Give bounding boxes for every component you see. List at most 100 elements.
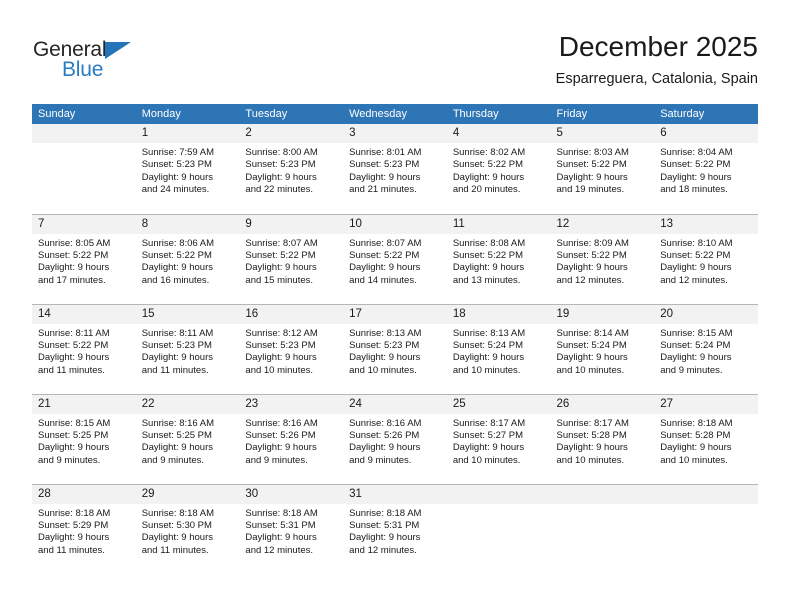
calendar-day-cell[interactable]: 8 Sunrise: 8:06 AM Sunset: 5:22 PM Daylight… (135, 213, 240, 304)
calendar-day-cell[interactable]: 5 Sunrise: 8:03 AM Sunset: 5:22 PM Daylight… (550, 124, 655, 214)
calendar-day-cell-empty (550, 483, 655, 574)
day-number (550, 484, 655, 504)
day-number: 4 (446, 124, 551, 143)
day-sunset-text: Sunset: 5:25 PM (38, 429, 109, 441)
calendar-day-cell[interactable]: 27 Sunrise: 8:18 AM Sunset: 5:28 PM Dayligh… (654, 393, 758, 484)
calendar-day-cell[interactable]: 15 Sunrise: 8:11 AM Sunset: 5:23 PM Dayligh… (135, 303, 240, 394)
day-number: 24 (343, 394, 447, 414)
calendar-day-cell[interactable]: 17 Sunrise: 8:13 AM Sunset: 5:23 PM Dayligh… (343, 303, 447, 394)
weekday-header-tuesday: Tuesday (239, 104, 344, 124)
day-daylight-text: Daylight: 9 hours (452, 262, 525, 274)
day-daylight-text: Daylight: 9 hours (556, 442, 628, 454)
day-daylight-text: Daylight: 9 hours (349, 262, 421, 274)
day-daylight-text: Daylight: 9 hours (452, 171, 525, 183)
calendar-day-cell[interactable]: 23 Sunrise: 8:16 AM Sunset: 5:26 PM Dayligh… (239, 393, 344, 484)
day-details: Sunrise: 8:18 AM Sunset: 5:28 PM Daylight:… (654, 414, 758, 468)
calendar-day-cell[interactable]: 6 Sunrise: 8:04 AM Sunset: 5:22 PM Daylight… (654, 124, 758, 214)
day-daylight-text: Daylight: 9 hours (452, 352, 525, 364)
day-daylight-text: Daylight: 9 hours (38, 262, 110, 274)
calendar-week-row: 14 Sunrise: 8:11 AM Sunset: 5:22 PM Dayligh… (32, 303, 758, 394)
calendar-day-cell[interactable]: 7 Sunrise: 8:05 AM Sunset: 5:22 PM Daylight… (32, 213, 136, 304)
general-blue-logo[interactable]: General Blue (33, 38, 163, 84)
day-daylight-text: Daylight: 9 hours (349, 532, 421, 544)
calendar-day-cell[interactable]: 4 Sunrise: 8:02 AM Sunset: 5:22 PM Daylight… (446, 124, 551, 214)
day-details: Sunrise: 7:59 AM Sunset: 5:23 PM Daylight:… (136, 143, 240, 197)
day-sunset-text: Sunset: 5:25 PM (141, 429, 212, 441)
calendar-day-cell[interactable]: 20 Sunrise: 8:15 AM Sunset: 5:24 PM Dayligh… (654, 303, 758, 394)
calendar-day-cell[interactable]: 1 Sunrise: 7:59 AM Sunset: 5:23 PM Daylight… (135, 124, 240, 214)
calendar-day-cell[interactable]: 29 Sunrise: 8:18 AM Sunset: 5:30 PM Dayligh… (135, 483, 240, 574)
calendar-day-cell[interactable]: 24 Sunrise: 8:16 AM Sunset: 5:26 PM Dayligh… (343, 393, 447, 484)
calendar-day-cell[interactable]: 21 Sunrise: 8:15 AM Sunset: 5:25 PM Dayligh… (32, 393, 136, 484)
calendar-day-cell[interactable]: 18 Sunrise: 8:13 AM Sunset: 5:24 PM Dayligh… (446, 303, 551, 394)
day-details: Sunrise: 8:10 AM Sunset: 5:22 PM Daylight:… (654, 234, 758, 288)
day-daylight-text: and 9 minutes. (660, 364, 723, 376)
day-number (654, 484, 758, 504)
day-number: 27 (654, 394, 758, 414)
day-details: Sunrise: 8:02 AM Sunset: 5:22 PM Daylight:… (447, 143, 551, 197)
day-sunrise-text: Sunrise: 8:14 AM (556, 327, 629, 339)
calendar-day-cell[interactable]: 19 Sunrise: 8:14 AM Sunset: 5:24 PM Dayligh… (550, 303, 655, 394)
day-sunset-text: Sunset: 5:23 PM (245, 339, 316, 351)
calendar-day-cell[interactable]: 3 Sunrise: 8:01 AM Sunset: 5:23 PM Daylight… (343, 124, 447, 214)
day-number: 7 (32, 214, 136, 234)
day-daylight-text: Daylight: 9 hours (452, 442, 525, 454)
day-sunset-text: Sunset: 5:23 PM (349, 159, 420, 171)
calendar-day-cell[interactable]: 11 Sunrise: 8:08 AM Sunset: 5:22 PM Dayligh… (446, 213, 551, 304)
day-details: Sunrise: 8:14 AM Sunset: 5:24 PM Daylight:… (551, 324, 655, 378)
day-number (32, 124, 136, 143)
day-sunrise-text: Sunrise: 8:13 AM (452, 327, 526, 339)
calendar-day-cell[interactable]: 25 Sunrise: 8:17 AM Sunset: 5:27 PM Dayligh… (446, 393, 551, 484)
day-daylight-text: Daylight: 9 hours (245, 171, 317, 183)
day-daylight-text: Daylight: 9 hours (660, 171, 732, 183)
day-sunrise-text: Sunrise: 8:17 AM (452, 417, 526, 429)
day-sunset-text: Sunset: 5:22 PM (556, 159, 627, 171)
day-sunrise-text: Sunrise: 8:11 AM (38, 327, 110, 339)
day-daylight-text: Daylight: 9 hours (245, 262, 317, 274)
day-sunset-text: Sunset: 5:24 PM (556, 339, 627, 351)
day-sunset-text: Sunset: 5:22 PM (660, 159, 731, 171)
day-daylight-text: and 11 minutes. (141, 544, 209, 556)
day-sunrise-text: Sunrise: 8:10 AM (660, 237, 733, 249)
day-sunset-text: Sunset: 5:23 PM (141, 159, 212, 171)
calendar-day-cell[interactable]: 16 Sunrise: 8:12 AM Sunset: 5:23 PM Dayligh… (239, 303, 344, 394)
day-number (446, 484, 551, 504)
day-number: 25 (446, 394, 551, 414)
calendar-day-cell[interactable]: 28 Sunrise: 8:18 AM Sunset: 5:29 PM Dayligh… (32, 483, 136, 574)
day-details: Sunrise: 8:04 AM Sunset: 5:22 PM Daylight:… (654, 143, 758, 197)
day-daylight-text: and 22 minutes. (245, 184, 314, 196)
day-daylight-text: and 18 minutes. (660, 184, 728, 196)
day-sunrise-text: Sunrise: 8:01 AM (349, 147, 422, 158)
day-details: Sunrise: 8:17 AM Sunset: 5:28 PM Daylight:… (551, 414, 655, 468)
day-number: 23 (239, 394, 344, 414)
day-sunset-text: Sunset: 5:24 PM (660, 339, 731, 351)
calendar-day-cell[interactable]: 13 Sunrise: 8:10 AM Sunset: 5:22 PM Dayligh… (654, 213, 758, 304)
day-sunset-text: Sunset: 5:30 PM (141, 519, 212, 531)
day-number: 26 (550, 394, 655, 414)
day-sunset-text: Sunset: 5:31 PM (349, 519, 420, 531)
calendar-day-cell[interactable]: 31 Sunrise: 8:18 AM Sunset: 5:31 PM Dayligh… (343, 483, 447, 574)
day-sunrise-text: Sunrise: 8:06 AM (141, 237, 215, 249)
day-daylight-text: Daylight: 9 hours (245, 532, 317, 544)
calendar-day-cell[interactable]: 2 Sunrise: 8:00 AM Sunset: 5:23 PM Daylight… (239, 124, 344, 214)
day-sunrise-text: Sunrise: 8:00 AM (245, 147, 318, 158)
day-sunset-text: Sunset: 5:24 PM (452, 339, 524, 351)
day-daylight-text: and 17 minutes. (38, 274, 106, 286)
day-daylight-text: Daylight: 9 hours (349, 442, 421, 454)
calendar-day-cell[interactable]: 9 Sunrise: 8:07 AM Sunset: 5:22 PM Daylight… (239, 213, 344, 304)
calendar-day-cell[interactable]: 10 Sunrise: 8:07 AM Sunset: 5:22 PM Dayligh… (343, 213, 447, 304)
calendar-day-cell[interactable]: 30 Sunrise: 8:18 AM Sunset: 5:31 PM Dayligh… (239, 483, 344, 574)
day-details: Sunrise: 8:13 AM Sunset: 5:23 PM Daylight:… (343, 324, 447, 378)
day-details: Sunrise: 8:01 AM Sunset: 5:23 PM Daylight:… (343, 143, 447, 197)
day-daylight-text: and 11 minutes. (141, 364, 209, 376)
calendar-day-cell[interactable]: 14 Sunrise: 8:11 AM Sunset: 5:22 PM Dayligh… (32, 303, 136, 394)
calendar-day-cell[interactable]: 12 Sunrise: 8:09 AM Sunset: 5:22 PM Dayligh… (550, 213, 655, 304)
day-daylight-text: and 24 minutes. (141, 184, 210, 196)
calendar-day-cell[interactable]: 26 Sunrise: 8:17 AM Sunset: 5:28 PM Dayligh… (550, 393, 655, 484)
day-daylight-text: and 12 minutes. (556, 274, 625, 286)
day-daylight-text: and 10 minutes. (452, 364, 521, 376)
calendar-day-cell[interactable]: 22 Sunrise: 8:16 AM Sunset: 5:25 PM Dayligh… (135, 393, 240, 484)
day-sunset-text: Sunset: 5:26 PM (245, 429, 316, 441)
day-daylight-text: and 15 minutes. (245, 274, 314, 286)
day-sunset-text: Sunset: 5:23 PM (245, 159, 316, 171)
